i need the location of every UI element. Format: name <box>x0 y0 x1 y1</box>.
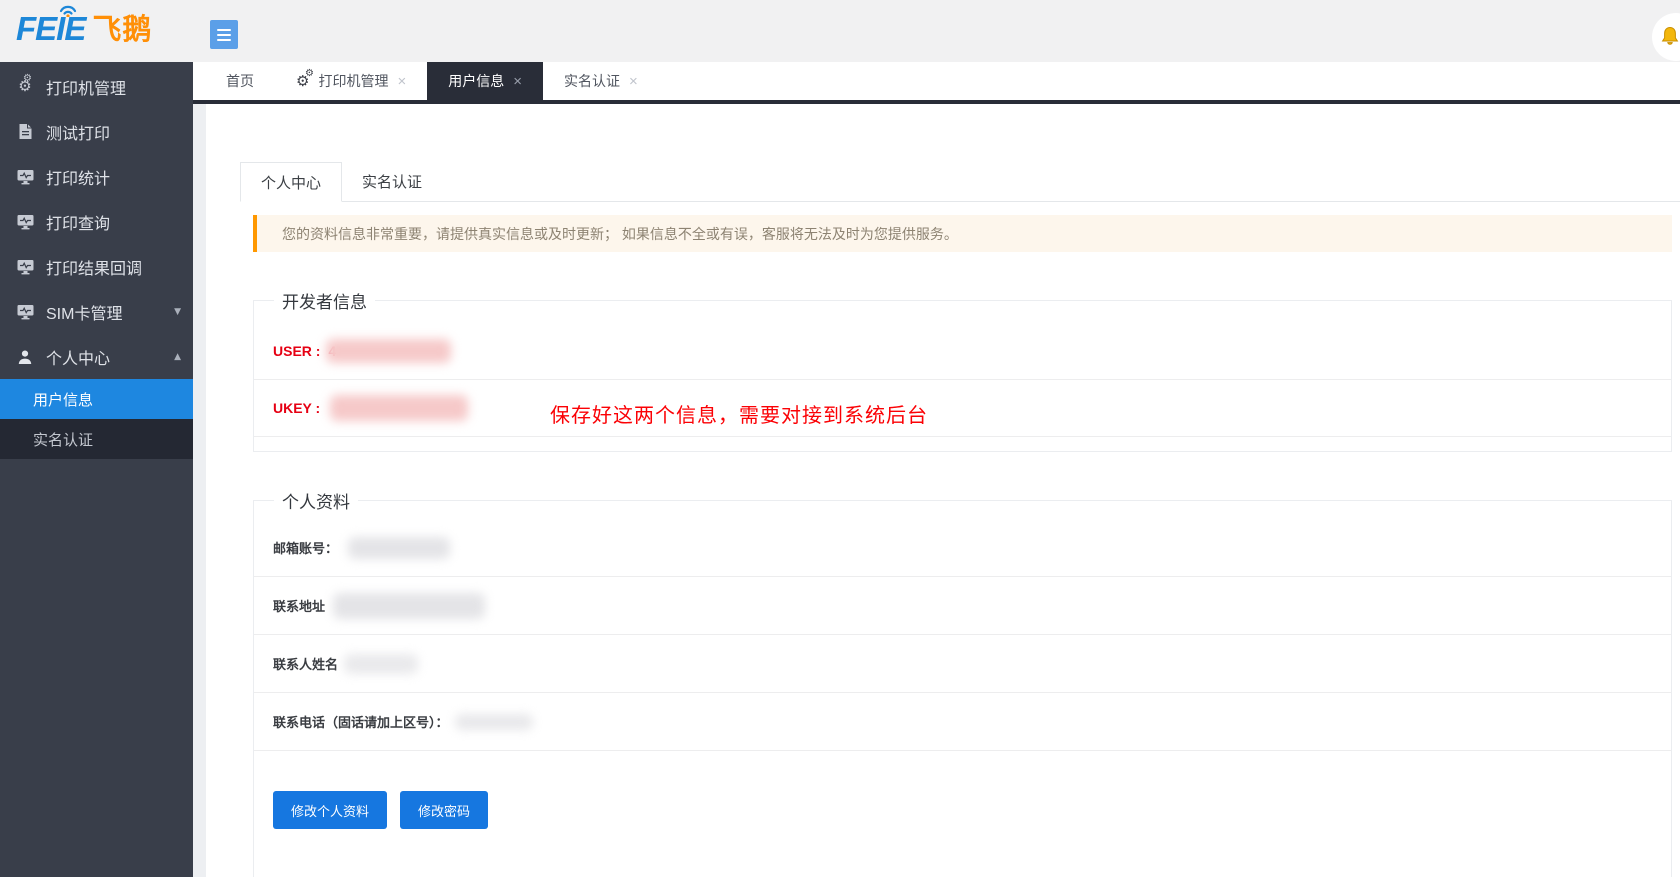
address-row: 联系地址 <box>254 577 1671 635</box>
content-tab-bar: 个人中心 实名认证 <box>240 162 1680 202</box>
notification-button[interactable] <box>1652 13 1680 61</box>
address-label: 联系地址 <box>273 596 325 615</box>
content-panel: 个人中心 实名认证 您的资料信息非常重要，请提供真实信息或及时更新； 如果信息不… <box>206 104 1680 877</box>
content-tab-personal-center[interactable]: 个人中心 <box>240 162 342 202</box>
info-notice-banner: 您的资料信息非常重要，请提供真实信息或及时更新； 如果信息不全或有误，客服将无法… <box>253 215 1672 252</box>
sidebar-subitem-realname-auth[interactable]: 实名认证 <box>0 419 193 459</box>
monitor-icon <box>14 304 36 320</box>
ukey-label: UKEY : <box>273 400 320 416</box>
brand-logo[interactable]: FEIE 飞鹅 <box>16 12 152 45</box>
user-label: USER : <box>273 343 320 359</box>
app-header: FEIE 飞鹅 <box>0 0 1680 62</box>
close-icon[interactable]: × <box>397 74 406 89</box>
sidebar-item-sim-management[interactable]: SIM卡管理 ▼ <box>0 289 193 334</box>
sidebar-item-label: 打印机管理 <box>46 75 126 99</box>
contact-name-row: 联系人姓名 <box>254 635 1671 693</box>
chevron-up-icon: ▲ <box>174 352 181 362</box>
sidebar-nav: ⚙⚙ 打印机管理 测试打印 打印统计 打印查询 打印结果回调 <box>0 62 193 877</box>
ukey-row: UKEY : <box>254 380 1671 437</box>
change-password-button[interactable]: 修改密码 <box>400 791 488 829</box>
sidebar-item-printer-management[interactable]: ⚙⚙ 打印机管理 <box>0 64 193 109</box>
monitor-icon <box>14 169 36 185</box>
sidebar-item-personal-center[interactable]: 个人中心 ▲ <box>0 334 193 379</box>
content-tab-realname-auth[interactable]: 实名认证 <box>342 162 442 201</box>
tab-home[interactable]: 首页 <box>205 62 275 100</box>
workspace: 个人中心 实名认证 您的资料信息非常重要，请提供真实信息或及时更新； 如果信息不… <box>193 104 1680 877</box>
phone-label: 联系电话（固话请加上区号）： <box>273 712 449 731</box>
redacted-ukey-value <box>330 395 468 421</box>
developer-info-section: 开发者信息 USER : 4 UKEY : 保存好这两个信息， <box>253 288 1672 452</box>
redacted-user-value <box>326 339 451 363</box>
sidebar-item-label: 个人中心 <box>46 345 110 369</box>
gears-icon: ⚙⚙ <box>14 79 36 94</box>
sidebar-subitem-label: 用户信息 <box>33 389 93 410</box>
sidebar-item-print-query[interactable]: 打印查询 <box>0 199 193 244</box>
sidebar-item-label: 打印查询 <box>46 210 110 234</box>
personal-profile-section: 个人资料 邮箱账号： 联系地址 联系人姓名 <box>253 488 1672 877</box>
sidebar-subitem-label: 实名认证 <box>33 429 93 450</box>
sidebar-item-test-print[interactable]: 测试打印 <box>0 109 193 154</box>
sidebar-item-label: 打印统计 <box>46 165 110 189</box>
close-icon[interactable]: × <box>513 74 522 89</box>
redacted-address-value <box>333 593 485 619</box>
redacted-phone-value <box>455 714 533 730</box>
profile-actions: 修改个人资料 修改密码 <box>273 791 1671 877</box>
tab-printer-management[interactable]: ⚙⚙ 打印机管理 × <box>275 62 427 100</box>
sidebar-item-label: 打印结果回调 <box>46 255 142 279</box>
sidebar-item-print-stats[interactable]: 打印统计 <box>0 154 193 199</box>
sidebar-toggle-button[interactable] <box>210 20 238 49</box>
menu-icon <box>217 29 231 31</box>
logo-text-cn: 飞鹅 <box>92 16 152 45</box>
tab-user-info[interactable]: 用户信息 × <box>427 62 543 100</box>
sidebar-item-label: 测试打印 <box>46 120 110 144</box>
section-title: 开发者信息 <box>274 288 375 313</box>
user-key-row: USER : 4 <box>254 323 1671 380</box>
monitor-icon <box>14 214 36 230</box>
bell-icon <box>1658 25 1680 49</box>
user-icon <box>14 349 36 365</box>
section-title: 个人资料 <box>274 488 358 513</box>
sidebar-item-label: SIM卡管理 <box>46 300 122 324</box>
edit-profile-button[interactable]: 修改个人资料 <box>273 791 387 829</box>
monitor-icon <box>14 259 36 275</box>
tab-realname-auth[interactable]: 实名认证 × <box>543 62 659 100</box>
wifi-icon <box>58 3 78 17</box>
close-icon[interactable]: × <box>629 74 638 89</box>
main-area: 首页 ⚙⚙ 打印机管理 × 用户信息 × 实名认证 × <box>193 62 1680 877</box>
redacted-email-value <box>348 537 450 559</box>
notice-text: 您的资料信息非常重要，请提供真实信息或及时更新； 如果信息不全或有误，客服将无法… <box>282 224 958 244</box>
email-label: 邮箱账号： <box>273 538 338 557</box>
contact-name-label: 联系人姓名 <box>273 654 338 673</box>
document-icon <box>14 123 36 140</box>
sidebar-item-print-callback[interactable]: 打印结果回调 <box>0 244 193 289</box>
email-row: 邮箱账号： <box>254 519 1671 577</box>
phone-row: 联系电话（固话请加上区号）： <box>254 693 1671 751</box>
sidebar-subitem-user-info[interactable]: 用户信息 <box>0 379 193 419</box>
chevron-down-icon: ▼ <box>174 307 181 317</box>
top-tab-bar: 首页 ⚙⚙ 打印机管理 × 用户信息 × 实名认证 × <box>193 62 1680 100</box>
developer-annotation: 保存好这两个信息，需要对接到系统后台 <box>550 399 928 428</box>
gears-icon: ⚙⚙ <box>296 74 309 89</box>
redacted-contact-name-value <box>344 654 418 674</box>
